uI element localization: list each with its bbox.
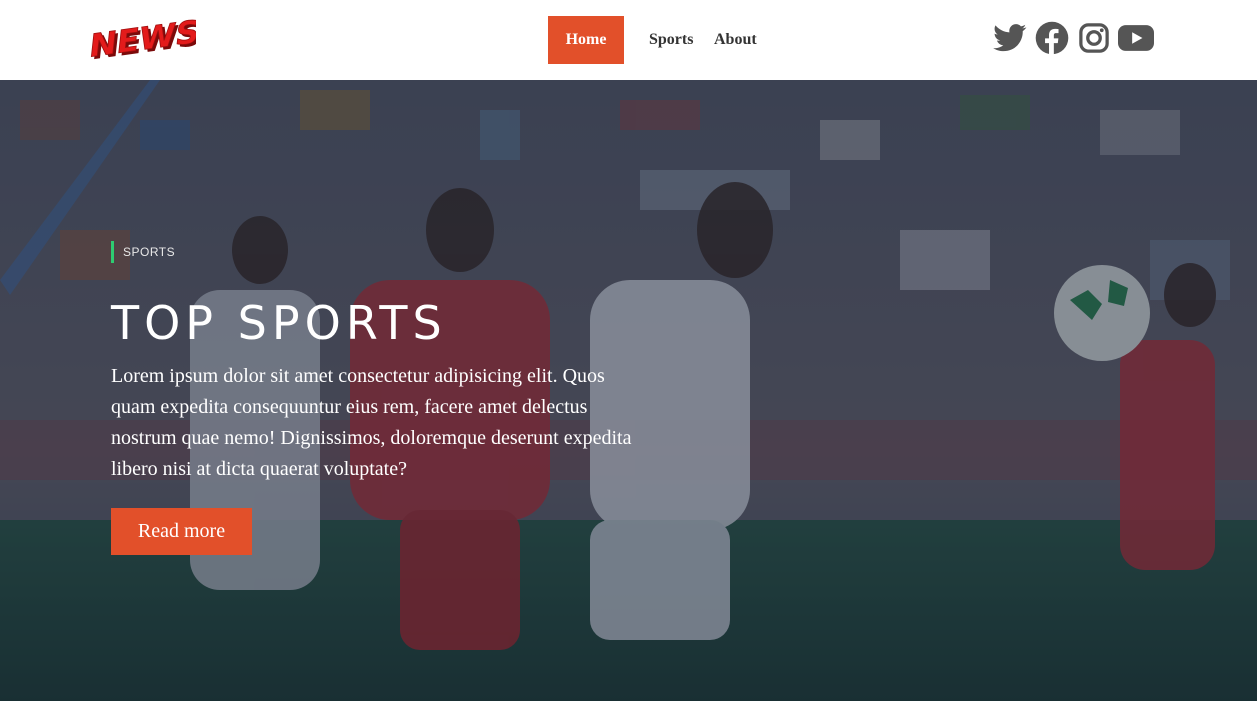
read-more-button[interactable]: Read more [111,508,252,555]
hero-content: SPORTS TOP SPORTS Lorem ipsum dolor sit … [111,241,651,555]
nav-home[interactable]: Home [548,16,624,64]
facebook-icon[interactable] [1034,20,1070,56]
category-label[interactable]: SPORTS [111,241,651,263]
hero-title: TOP SPORTS [111,296,447,350]
hero-description: Lorem ipsum dolor sit amet consectetur a… [111,365,632,480]
instagram-icon[interactable] [1076,20,1112,56]
twitter-icon[interactable] [992,20,1028,56]
news-logo[interactable]: NEWS NEWS [86,14,196,64]
youtube-icon[interactable] [1118,20,1154,56]
nav-sports[interactable]: Sports [624,16,697,64]
news-logo-image: NEWS NEWS [87,14,196,64]
site-header: NEWS NEWS Home Sports About [0,0,1257,80]
social-links [992,20,1154,56]
logo-text: NEWS [88,14,196,64]
main-nav: Home Sports About [548,16,757,64]
nav-about[interactable]: About [697,16,757,64]
hero-section: SPORTS TOP SPORTS Lorem ipsum dolor sit … [0,80,1257,701]
